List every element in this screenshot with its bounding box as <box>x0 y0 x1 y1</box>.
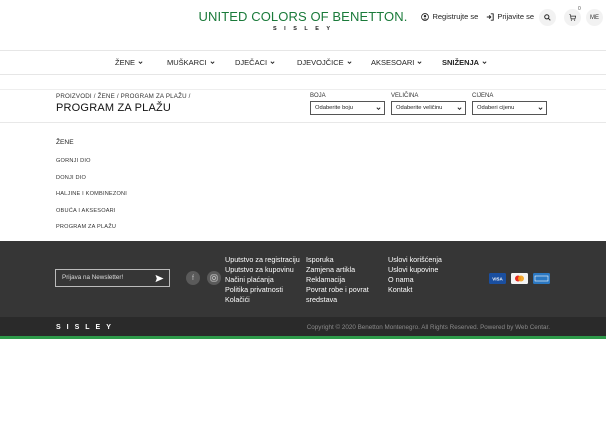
nav-label: AKSESOARI <box>371 58 415 67</box>
select-value: Odaberi cijenu <box>477 105 515 111</box>
category-heading[interactable]: ŽENE <box>56 139 74 146</box>
login-label: Prijavite se <box>497 12 534 21</box>
category-item[interactable]: OBUĆA I AKSESOARI <box>56 208 116 214</box>
price-select[interactable]: Odaberi cijenu <box>472 101 547 115</box>
nav-label: SNIŽENJA <box>442 58 480 67</box>
nav-label: DJEČACI <box>235 58 268 67</box>
footer-link[interactable]: Isporuka <box>306 255 369 265</box>
chevron-down-icon <box>482 61 487 65</box>
footer-link[interactable]: Uputstvo za kupovinu <box>225 265 300 275</box>
footer-link[interactable]: Kolačići <box>225 295 300 305</box>
filter-label: BOJA <box>310 93 326 99</box>
footer-link[interactable]: Politika privatnosti <box>225 285 300 295</box>
sisley-logo[interactable]: SISLEY <box>56 324 117 331</box>
newsletter-input[interactable]: Prijava na Newsletter! <box>55 269 170 287</box>
size-select[interactable]: Odaberite veličinu <box>391 101 466 115</box>
main-nav: ŽENE MUŠKARCI DJEČACI DJEVOJČICE AKSESOA… <box>0 51 606 75</box>
category-item[interactable]: GORNJI DIO <box>56 158 91 164</box>
footer-link[interactable]: O nama <box>388 275 442 285</box>
mastercard-icon <box>511 273 528 284</box>
select-value: Odaberite veličinu <box>396 105 443 111</box>
nav-label: ŽENE <box>115 58 136 67</box>
language-label: ME <box>590 14 599 21</box>
footer-col-help: Uputstvo za registraciju Uputstvo za kup… <box>225 255 300 305</box>
chevron-down-icon <box>417 61 422 65</box>
footer-link[interactable]: Povrat robe i povrat <box>306 285 369 295</box>
site-header: UNITED COLORS OF BENETTON. S I S L E Y R… <box>0 0 606 51</box>
send-icon[interactable] <box>155 274 164 283</box>
filter-price: CIJENA Odaberi cijenu <box>472 93 547 115</box>
chevron-down-icon <box>210 61 215 65</box>
breadcrumb[interactable]: PROIZVODI / ŽENE / PROGRAM ZA PLAŽU / <box>56 93 191 100</box>
chevron-down-icon <box>138 61 143 65</box>
search-button[interactable] <box>539 9 556 26</box>
select-value: Odaberite boju <box>315 105 354 111</box>
color-select[interactable]: Odaberite boju <box>310 101 385 115</box>
category-item[interactable]: PROGRAM ZA PLAŽU <box>56 224 116 230</box>
footer-bottom-bar: SISLEY Copyright © 2020 Benetton Montene… <box>0 317 606 339</box>
nav-item-djecaci[interactable]: DJEČACI <box>235 58 275 67</box>
footer-link[interactable]: Uputstvo za registraciju <box>225 255 300 265</box>
nav-label: MUŠKARCI <box>167 58 207 67</box>
divider-band <box>0 76 606 90</box>
footer-col-terms: Uslovi korišćenja Uslovi kupovine O nama… <box>388 255 442 295</box>
register-link[interactable]: Registrujte se <box>421 12 478 21</box>
filter-color: BOJA Odaberite boju <box>310 93 385 115</box>
cart-count: 0 <box>578 6 581 12</box>
nav-item-snizenja[interactable]: SNIŽENJA <box>442 58 487 67</box>
divider <box>0 122 606 123</box>
chevron-down-icon <box>376 107 381 111</box>
footer-link[interactable]: sredstava <box>306 295 369 305</box>
login-icon <box>487 12 494 21</box>
footer-link[interactable]: Kontakt <box>388 285 442 295</box>
cart-icon <box>569 14 576 21</box>
language-button[interactable]: ME <box>586 9 603 26</box>
nav-item-aksesoari[interactable]: AKSESOARI <box>371 58 422 67</box>
visa-text: VISA <box>492 277 503 282</box>
chevron-down-icon <box>270 61 275 65</box>
user-icon <box>421 12 430 21</box>
search-icon <box>544 14 551 21</box>
footer-link[interactable]: Zamjena artikla <box>306 265 369 275</box>
chevron-down-icon <box>538 107 543 111</box>
filter-label: VELIČINA <box>391 93 419 99</box>
chevron-down-icon <box>457 107 462 111</box>
category-item[interactable]: DONJI DIO <box>56 175 86 181</box>
newsletter-placeholder: Prijava na Newsletter! <box>62 274 124 281</box>
footer-link[interactable]: Reklamacija <box>306 275 369 285</box>
instagram-glyph <box>210 274 218 282</box>
copyright: Copyright © 2020 Benetton Montenegro. Al… <box>306 324 550 331</box>
footer-link[interactable]: Načini plaćanja <box>225 275 300 285</box>
site-footer: Prijava na Newsletter! f Uputstvo za reg… <box>0 241 606 317</box>
filter-label: CIJENA <box>472 93 494 99</box>
login-link[interactable]: Prijavite se <box>486 12 534 21</box>
filter-size: VELIČINA Odaberite veličinu <box>391 93 466 115</box>
facebook-icon[interactable]: f <box>186 271 200 285</box>
footer-col-shipping: Isporuka Zamjena artikla Reklamacija Pov… <box>306 255 369 305</box>
footer-link[interactable]: Uslovi korišćenja <box>388 255 442 265</box>
chevron-down-icon <box>347 61 352 65</box>
logo-subtext: S I S L E Y <box>272 26 333 32</box>
instagram-icon[interactable] <box>207 271 221 285</box>
account-links: Registrujte se Prijavite se <box>421 12 534 21</box>
footer-link[interactable]: Uslovi kupovine <box>388 265 442 275</box>
nav-item-zene[interactable]: ŽENE <box>115 58 143 67</box>
register-label: Registrujte se <box>432 12 479 21</box>
nav-item-djevojcice[interactable]: DJEVOJČICE <box>297 58 352 67</box>
amex-icon <box>533 273 550 284</box>
nav-label: DJEVOJČICE <box>297 58 344 67</box>
visa-icon: VISA <box>489 273 506 284</box>
category-item[interactable]: HALJINE I KOMBINEZONI <box>56 191 127 197</box>
nav-item-muskarci[interactable]: MUŠKARCI <box>167 58 215 67</box>
page-title: PROGRAM ZA PLAŽU <box>56 102 172 114</box>
